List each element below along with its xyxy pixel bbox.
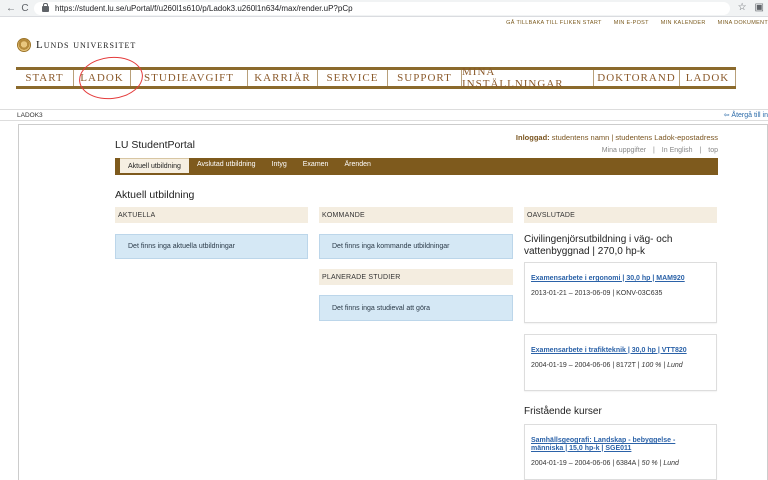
reload-icon[interactable]: C [18,1,32,15]
utility-links: Gå tillbaka till fliken start Min e-post… [506,20,768,26]
info-no-planned: Det finns inga studieval att göra [319,295,513,321]
link-mina-uppgifter[interactable]: Mina uppgifter [602,147,646,154]
nav-karriar[interactable]: KARRIÄR [248,70,318,86]
util-link-documents[interactable]: Mina dokument [718,20,768,26]
info-no-upcoming: Det finns inga kommande utbildningar [319,234,513,259]
app-title: LU StudentPortal [115,139,195,151]
tab-aktuell-utbildning[interactable]: Aktuell utbildning [120,158,189,173]
url-text: https://student.lu.se/uPortal/f/u260l1s6… [55,4,353,13]
course-pace: 50 % [641,460,658,467]
course-card: Examensarbete i ergonomi | 30,0 hp | MAM… [524,262,717,323]
login-info: Inloggad: studentens namn | studentens L… [515,133,718,142]
util-link-back-start[interactable]: Gå tillbaka till fliken start [506,20,602,26]
extension-icon[interactable]: ▣ [755,2,764,13]
course-card: Examensarbete i trafikteknik | 30,0 hp |… [524,334,717,391]
link-top[interactable]: top [708,147,718,154]
programme-title: Civilingenjörsutbildning i väg- och vatt… [524,234,673,257]
tab-avslutad-utbildning[interactable]: Avslutad utbildning [189,156,264,173]
util-link-calendar[interactable]: Min kalender [661,20,706,26]
nav-mina-installningar[interactable]: MINA INSTÄLLNINGAR [462,66,594,90]
address-bar[interactable]: https://student.lu.se/uPortal/f/u260l1s6… [34,2,730,15]
portlet-header: LADOK3 ⇦ Återgå till in [0,109,768,121]
info-no-current: Det finns inga aktuella utbildningar [115,234,308,259]
col-head-aktuella: AKTUELLA [115,207,308,223]
fristaende-title: Fristående kurser [524,406,602,417]
tab-arenden[interactable]: Ärenden [336,156,378,173]
hand-drawn-highlight-circle [76,53,146,103]
course-pace: 100 % [641,362,662,369]
course-place: Lund [667,362,683,369]
section-title: Aktuell utbildning [115,189,195,201]
user-links: Mina uppgifter | In English | top [601,147,718,154]
nav-ladok-2[interactable]: LADOK [680,70,736,86]
col-head-kommande: KOMMANDE [319,207,513,223]
user-email: studentens Ladok-epostadress [615,133,718,142]
lock-icon [42,2,49,12]
star-icon[interactable]: ☆ [738,2,747,13]
university-seal-icon [17,38,31,52]
col-head-oavslutade: OAVSLUTADE [524,207,717,223]
browser-toolbar: ← C https://student.lu.se/uPortal/f/u260… [0,0,768,17]
logged-in-label: Inloggad: [515,133,550,142]
nav-support[interactable]: SUPPORT [388,70,462,86]
course-meta: 2004-01-19 – 2004-06-06 | 6384A | 50 % |… [531,460,679,467]
back-arrow-icon[interactable]: ← [4,1,18,15]
main-navigation: START LADOK STUDIEAVGIFT KARRIÄR SERVICE… [16,53,736,103]
university-logo[interactable]: Lunds universitet [17,38,136,52]
back-link[interactable]: ⇦ Återgå till in [724,111,768,119]
course-link[interactable]: Samhällsgeografi: Landskap - bebyggelse … [531,437,709,453]
nav-service[interactable]: SERVICE [318,70,388,86]
tab-intyg[interactable]: Intyg [264,156,295,173]
course-card: Samhällsgeografi: Landskap - bebyggelse … [524,424,717,480]
nav-doktorand[interactable]: DOKTORAND [594,70,680,86]
tab-examen[interactable]: Examen [295,156,337,173]
logged-in-name: studentens namn [549,133,610,142]
portlet-title: LADOK3 [17,111,43,119]
nav-studieavgift[interactable]: STUDIEAVGIFT [131,70,248,86]
util-link-email[interactable]: Min e-post [614,20,649,26]
course-link[interactable]: Examensarbete i trafikteknik | 30,0 hp |… [531,347,709,355]
university-name: Lunds universitet [36,39,137,51]
course-link[interactable]: Examensarbete i ergonomi | 30,0 hp | MAM… [531,275,709,283]
browser-actions: ☆ ▣ [738,2,764,13]
course-meta: 2013-01-21 – 2013-06-09 | KONV-03C635 [531,290,663,297]
nav-start[interactable]: START [16,70,74,86]
link-in-english[interactable]: In English [662,147,693,154]
col-head-planerade: PLANERADE STUDIER [319,269,513,285]
course-meta: 2004-01-19 – 2004-06-06 | 8172T | 100 % … [531,362,683,369]
course-place: Lund [663,460,679,467]
sub-navigation: Aktuell utbildning Avslutad utbildning I… [115,158,718,175]
